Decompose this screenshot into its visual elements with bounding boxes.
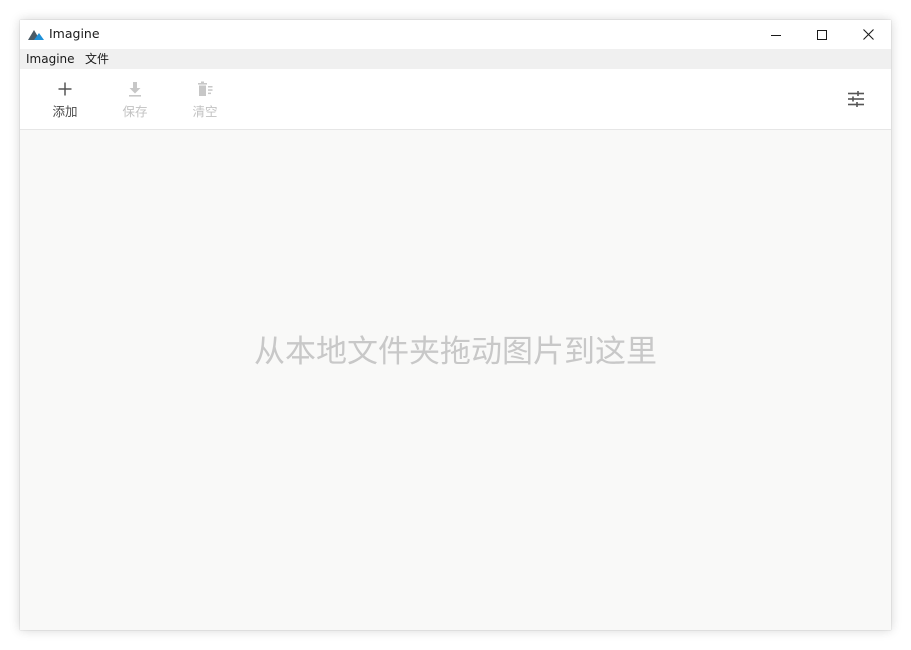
menu-imagine[interactable]: Imagine bbox=[20, 49, 81, 69]
toolbar: 添加 保存 清空 bbox=[20, 69, 891, 130]
app-window: Imagine Imagine 文件 添加 保存 清空 从本地文件夹拖动图片到这… bbox=[20, 20, 891, 630]
image-drop-area[interactable]: 从本地文件夹拖动图片到这里 bbox=[20, 130, 891, 630]
drop-hint-text: 从本地文件夹拖动图片到这里 bbox=[254, 334, 657, 370]
sliders-icon bbox=[848, 91, 864, 107]
save-button[interactable]: 保存 bbox=[100, 69, 170, 129]
add-button[interactable]: 添加 bbox=[30, 69, 100, 129]
add-button-label: 添加 bbox=[52, 104, 78, 119]
mountain-logo-icon bbox=[28, 30, 44, 40]
plus-icon bbox=[58, 82, 72, 96]
maximize-icon bbox=[817, 29, 827, 40]
clear-button-label: 清空 bbox=[192, 104, 218, 119]
window-title: Imagine bbox=[49, 26, 100, 41]
clear-list-icon bbox=[198, 81, 213, 96]
save-button-label: 保存 bbox=[122, 104, 148, 119]
settings-button[interactable] bbox=[840, 85, 872, 113]
menu-file[interactable]: 文件 bbox=[79, 49, 115, 69]
close-button[interactable] bbox=[845, 20, 891, 49]
maximize-button[interactable] bbox=[799, 20, 845, 49]
minimize-button[interactable] bbox=[753, 20, 799, 49]
title-bar[interactable]: Imagine bbox=[20, 20, 891, 49]
download-icon bbox=[129, 82, 141, 97]
close-icon bbox=[862, 29, 874, 40]
minimize-icon bbox=[771, 34, 781, 36]
clear-button[interactable]: 清空 bbox=[170, 69, 240, 129]
menu-bar: Imagine 文件 bbox=[20, 49, 891, 69]
